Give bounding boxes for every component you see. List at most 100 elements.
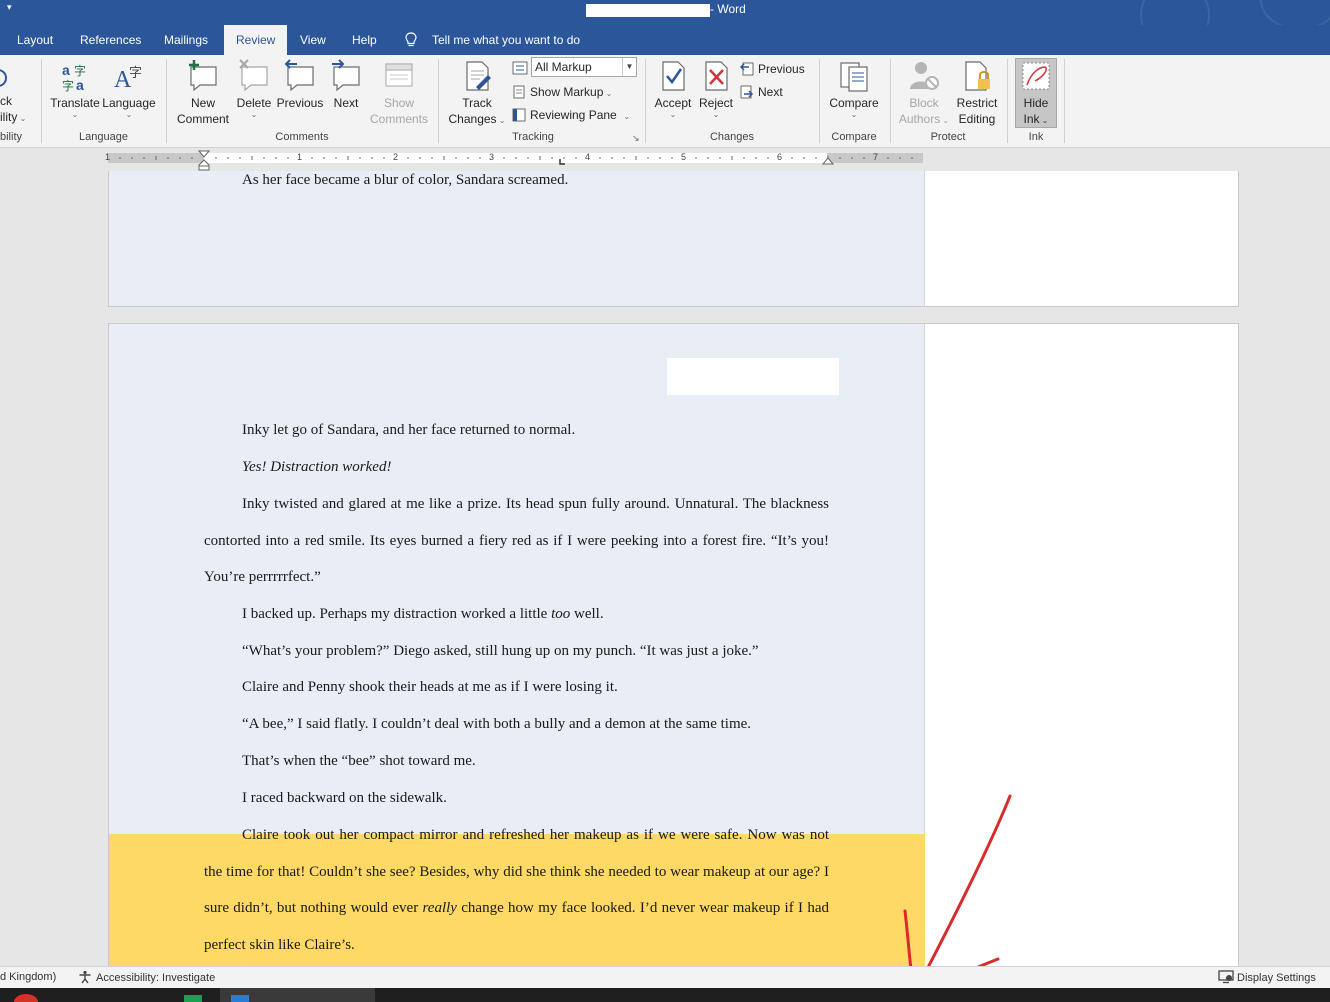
next-change-icon (740, 85, 754, 99)
next-change-label: Next (758, 85, 783, 99)
previous-comment-label: Previous (276, 96, 324, 110)
status-language[interactable]: d Kingdom) (0, 971, 56, 983)
lightbulb-icon (405, 32, 417, 47)
chevron-down-icon: ⌄ (250, 110, 258, 119)
taskbar-word-icon (231, 995, 249, 1002)
track-changes-button[interactable]: Track Changes ⌄ (446, 59, 508, 129)
accessibility-icon (79, 970, 91, 984)
taskbar-app-icon[interactable] (14, 994, 38, 1002)
group-label-tracking: Tracking (512, 131, 554, 143)
group-separator (819, 59, 820, 143)
document-name-redacted (586, 4, 710, 17)
previous-comment-button[interactable]: Previous (275, 59, 325, 111)
display-settings-label: Display Settings (1237, 972, 1316, 984)
accept-button[interactable]: Accept ⌄ (652, 59, 694, 119)
restrict-editing-label-2: Editing (958, 112, 996, 126)
paragraph[interactable]: Inky twisted and glared at me like a pri… (204, 486, 829, 596)
reject-button[interactable]: Reject ⌄ (696, 59, 736, 119)
horizontal-ruler[interactable]: 1 1 2 3 4 5 6 7 (0, 149, 1330, 171)
delete-comment-button[interactable]: Delete ⌄ (234, 59, 274, 119)
chevron-down-icon: ⌄ (669, 110, 677, 119)
next-change-button[interactable]: Next (740, 82, 783, 102)
paragraph[interactable]: “What’s your problem?” Diego asked, stil… (204, 633, 829, 670)
text-run: well. (570, 606, 604, 622)
reviewing-pane-button[interactable]: Reviewing Pane ⌄ (512, 105, 630, 125)
status-accessibility[interactable]: Accessibility: Investigate (78, 970, 215, 984)
tab-review[interactable]: Review (224, 25, 288, 55)
new-comment-label-2: Comment (176, 112, 229, 126)
group-label-language: Language (79, 131, 128, 143)
document-page: As her face became a blur of color, Sand… (108, 171, 1239, 307)
display-settings-icon (1218, 970, 1234, 984)
ruler-number: 7 (873, 152, 879, 162)
next-comment-icon (332, 59, 360, 92)
italic-text: really (422, 900, 457, 916)
translate-button[interactable]: a 字 字 a Translate ⌄ (50, 61, 100, 119)
paragraph[interactable]: That’s when the “bee” shot toward me. (204, 743, 829, 780)
hide-ink-button[interactable]: Hide Ink ⌄ (1015, 59, 1057, 129)
restrict-editing-icon (965, 61, 990, 91)
language-button[interactable]: A 字 Language ⌄ (102, 61, 156, 119)
tab-stop-marker[interactable] (558, 158, 566, 166)
ruler-number: 1 (105, 152, 111, 162)
group-separator (645, 59, 646, 143)
block-authors-label-2: Authors (898, 112, 941, 126)
ruler-number: 4 (585, 152, 591, 162)
display-for-review-select[interactable]: All Markup ▼ (531, 57, 637, 77)
show-markup-label: Show Markup (530, 85, 604, 99)
tab-view[interactable]: View (300, 25, 326, 55)
tab-help[interactable]: Help (352, 25, 377, 55)
tab-mailings[interactable]: Mailings (164, 25, 208, 55)
chevron-down-icon: ⌄ (125, 110, 133, 119)
paragraph[interactable]: Yes! Distraction worked! (204, 449, 829, 486)
taskbar-app-icon[interactable] (184, 995, 202, 1002)
reviewing-pane-label: Reviewing Pane (530, 108, 617, 122)
show-markup-button[interactable]: Show Markup ⌄ (512, 82, 612, 102)
paragraph[interactable]: Inky let go of Sandara, and her face ret… (204, 412, 829, 449)
show-markup-icon (513, 85, 525, 99)
quick-access-customize-icon[interactable]: ▾ (7, 2, 12, 13)
show-comments-label-2: Comments (369, 112, 428, 126)
group-label-protect: Protect (930, 131, 966, 143)
translate-icon: a 字 字 a (62, 62, 86, 93)
ruler-number: 2 (393, 152, 399, 162)
paragraph[interactable]: Claire took out her compact mirror and r… (204, 817, 829, 963)
paragraph[interactable]: Claire and Penny shook their heads at me… (204, 669, 829, 706)
previous-change-button[interactable]: Previous (740, 59, 805, 79)
check-accessibility-button[interactable]: ck ility ⌄ (0, 65, 30, 127)
block-authors-button[interactable]: Block Authors ⌄ (896, 59, 952, 129)
compare-label: Compare (829, 96, 879, 110)
next-comment-button[interactable]: Next (326, 59, 366, 111)
compare-button[interactable]: Compare ⌄ (826, 59, 882, 119)
check-accessibility-label-2: ility (0, 110, 18, 124)
track-changes-icon (466, 61, 491, 91)
show-comments-button[interactable]: Show Comments (368, 59, 430, 127)
track-changes-label-2: Changes (448, 112, 497, 126)
svg-text:a: a (62, 62, 70, 78)
accessibility-icon (0, 69, 7, 87)
right-indent-marker[interactable] (822, 157, 834, 165)
text-run: I backed up. Perhaps my distraction work… (242, 606, 552, 622)
paragraph[interactable]: As her face became a blur of color, Sand… (204, 171, 829, 199)
tab-layout[interactable]: Layout (17, 25, 53, 55)
new-comment-button[interactable]: New Comment (172, 59, 234, 127)
first-line-indent-marker[interactable] (198, 150, 210, 158)
paragraph[interactable]: I raced backward on the sidewalk. (204, 780, 829, 817)
chevron-down-icon: ⌄ (712, 110, 720, 119)
group-separator (1064, 59, 1065, 143)
tell-me-search[interactable]: Tell me what you want to do (432, 25, 580, 55)
next-comment-label: Next (333, 96, 359, 110)
hanging-indent-marker[interactable] (198, 159, 210, 171)
tab-references[interactable]: References (80, 25, 141, 55)
show-comments-label-1: Show (383, 96, 415, 110)
group-separator (41, 59, 42, 143)
display-settings-button[interactable]: Display Settings (1218, 970, 1316, 984)
paragraph[interactable]: “A bee,” I said flatly. I couldn’t deal … (204, 706, 829, 743)
restrict-editing-button[interactable]: Restrict Editing (954, 59, 1000, 127)
paragraph[interactable]: I backed up. Perhaps my distraction work… (204, 596, 829, 633)
group-label-compare: Compare (831, 131, 877, 143)
reviewing-pane-icon (512, 108, 526, 122)
chevron-down-icon: ⌄ (71, 110, 79, 119)
tracking-options-launcher-icon[interactable]: ↘ (632, 133, 640, 144)
document-canvas[interactable]: As her face became a blur of color, Sand… (0, 171, 1330, 966)
